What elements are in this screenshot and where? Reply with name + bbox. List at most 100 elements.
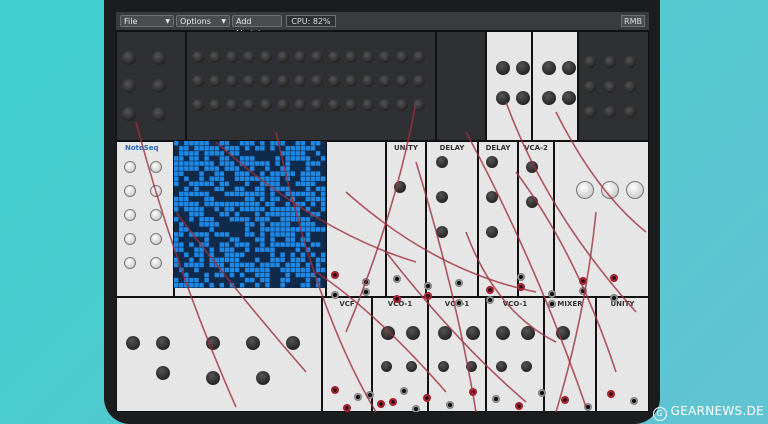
knob[interactable] bbox=[413, 99, 425, 111]
knob[interactable] bbox=[152, 107, 166, 121]
knob[interactable] bbox=[122, 51, 136, 65]
knob[interactable] bbox=[260, 75, 272, 87]
knob[interactable] bbox=[226, 99, 238, 111]
knob[interactable] bbox=[206, 336, 220, 350]
jack[interactable] bbox=[584, 403, 592, 411]
knob[interactable] bbox=[496, 361, 507, 372]
jack[interactable] bbox=[362, 278, 370, 286]
knob[interactable] bbox=[243, 51, 255, 63]
knob[interactable] bbox=[328, 75, 340, 87]
jack[interactable] bbox=[343, 404, 351, 412]
knob[interactable] bbox=[150, 209, 162, 221]
knob[interactable] bbox=[604, 106, 616, 118]
jack[interactable] bbox=[389, 398, 397, 406]
knob[interactable] bbox=[152, 79, 166, 93]
jack[interactable] bbox=[455, 299, 463, 307]
knob[interactable] bbox=[243, 75, 255, 87]
knob[interactable] bbox=[624, 56, 636, 68]
knob[interactable] bbox=[381, 361, 392, 372]
knob[interactable] bbox=[126, 336, 140, 350]
jack[interactable] bbox=[579, 277, 587, 285]
knob[interactable] bbox=[436, 226, 448, 238]
knob[interactable] bbox=[311, 51, 323, 63]
knob[interactable] bbox=[311, 75, 323, 87]
knob[interactable] bbox=[150, 233, 162, 245]
jack[interactable] bbox=[630, 397, 638, 405]
knob[interactable] bbox=[124, 233, 136, 245]
jack[interactable] bbox=[610, 294, 618, 302]
knob[interactable] bbox=[124, 209, 136, 221]
jack[interactable] bbox=[393, 275, 401, 283]
knob[interactable] bbox=[466, 326, 480, 340]
knob[interactable] bbox=[394, 181, 406, 193]
knob[interactable] bbox=[516, 61, 530, 75]
knob[interactable] bbox=[311, 99, 323, 111]
jack[interactable] bbox=[579, 287, 587, 295]
knob[interactable] bbox=[286, 336, 300, 350]
jack[interactable] bbox=[548, 300, 556, 308]
knob[interactable] bbox=[601, 181, 619, 199]
knob[interactable] bbox=[413, 51, 425, 63]
knob[interactable] bbox=[379, 75, 391, 87]
knob[interactable] bbox=[124, 257, 136, 269]
knob[interactable] bbox=[277, 51, 289, 63]
knob[interactable] bbox=[624, 81, 636, 93]
knob[interactable] bbox=[260, 99, 272, 111]
knob[interactable] bbox=[396, 51, 408, 63]
knob[interactable] bbox=[486, 156, 498, 168]
jack[interactable] bbox=[561, 396, 569, 404]
knob[interactable] bbox=[192, 99, 204, 111]
knob[interactable] bbox=[328, 51, 340, 63]
jack[interactable] bbox=[492, 395, 500, 403]
knob[interactable] bbox=[486, 226, 498, 238]
knob[interactable] bbox=[294, 75, 306, 87]
knob[interactable] bbox=[379, 51, 391, 63]
knob[interactable] bbox=[466, 361, 477, 372]
jack[interactable] bbox=[393, 295, 401, 303]
knob[interactable] bbox=[576, 181, 594, 199]
knob[interactable] bbox=[604, 56, 616, 68]
knob[interactable] bbox=[345, 51, 357, 63]
knob[interactable] bbox=[294, 99, 306, 111]
knob[interactable] bbox=[496, 91, 510, 105]
knob[interactable] bbox=[122, 107, 136, 121]
knob[interactable] bbox=[379, 99, 391, 111]
knob[interactable] bbox=[209, 99, 221, 111]
knob[interactable] bbox=[413, 75, 425, 87]
knob[interactable] bbox=[362, 75, 374, 87]
knob[interactable] bbox=[122, 79, 136, 93]
knob[interactable] bbox=[246, 336, 260, 350]
rmb-button[interactable]: RMB bbox=[621, 15, 645, 27]
options-menu[interactable]: Options ▼ bbox=[176, 15, 230, 27]
knob[interactable] bbox=[156, 336, 170, 350]
knob[interactable] bbox=[156, 366, 170, 380]
knob[interactable] bbox=[345, 99, 357, 111]
knob[interactable] bbox=[243, 99, 255, 111]
jack[interactable] bbox=[515, 402, 523, 410]
note-sequence-grid[interactable] bbox=[174, 141, 326, 288]
knob[interactable] bbox=[256, 371, 270, 385]
knob[interactable] bbox=[526, 196, 538, 208]
knob[interactable] bbox=[542, 91, 556, 105]
knob[interactable] bbox=[150, 161, 162, 173]
knob[interactable] bbox=[226, 51, 238, 63]
knob[interactable] bbox=[436, 191, 448, 203]
knob[interactable] bbox=[604, 81, 616, 93]
jack[interactable] bbox=[517, 283, 525, 291]
jack[interactable] bbox=[548, 290, 556, 298]
jack[interactable] bbox=[610, 274, 618, 282]
jack[interactable] bbox=[362, 288, 370, 296]
knob[interactable] bbox=[192, 51, 204, 63]
knob[interactable] bbox=[486, 191, 498, 203]
jack[interactable] bbox=[538, 389, 546, 397]
jack[interactable] bbox=[455, 279, 463, 287]
knob[interactable] bbox=[406, 326, 420, 340]
knob[interactable] bbox=[152, 51, 166, 65]
knob[interactable] bbox=[209, 75, 221, 87]
knob[interactable] bbox=[542, 61, 556, 75]
knob[interactable] bbox=[496, 61, 510, 75]
knob[interactable] bbox=[277, 75, 289, 87]
knob[interactable] bbox=[192, 75, 204, 87]
knob[interactable] bbox=[150, 185, 162, 197]
knob[interactable] bbox=[496, 326, 510, 340]
